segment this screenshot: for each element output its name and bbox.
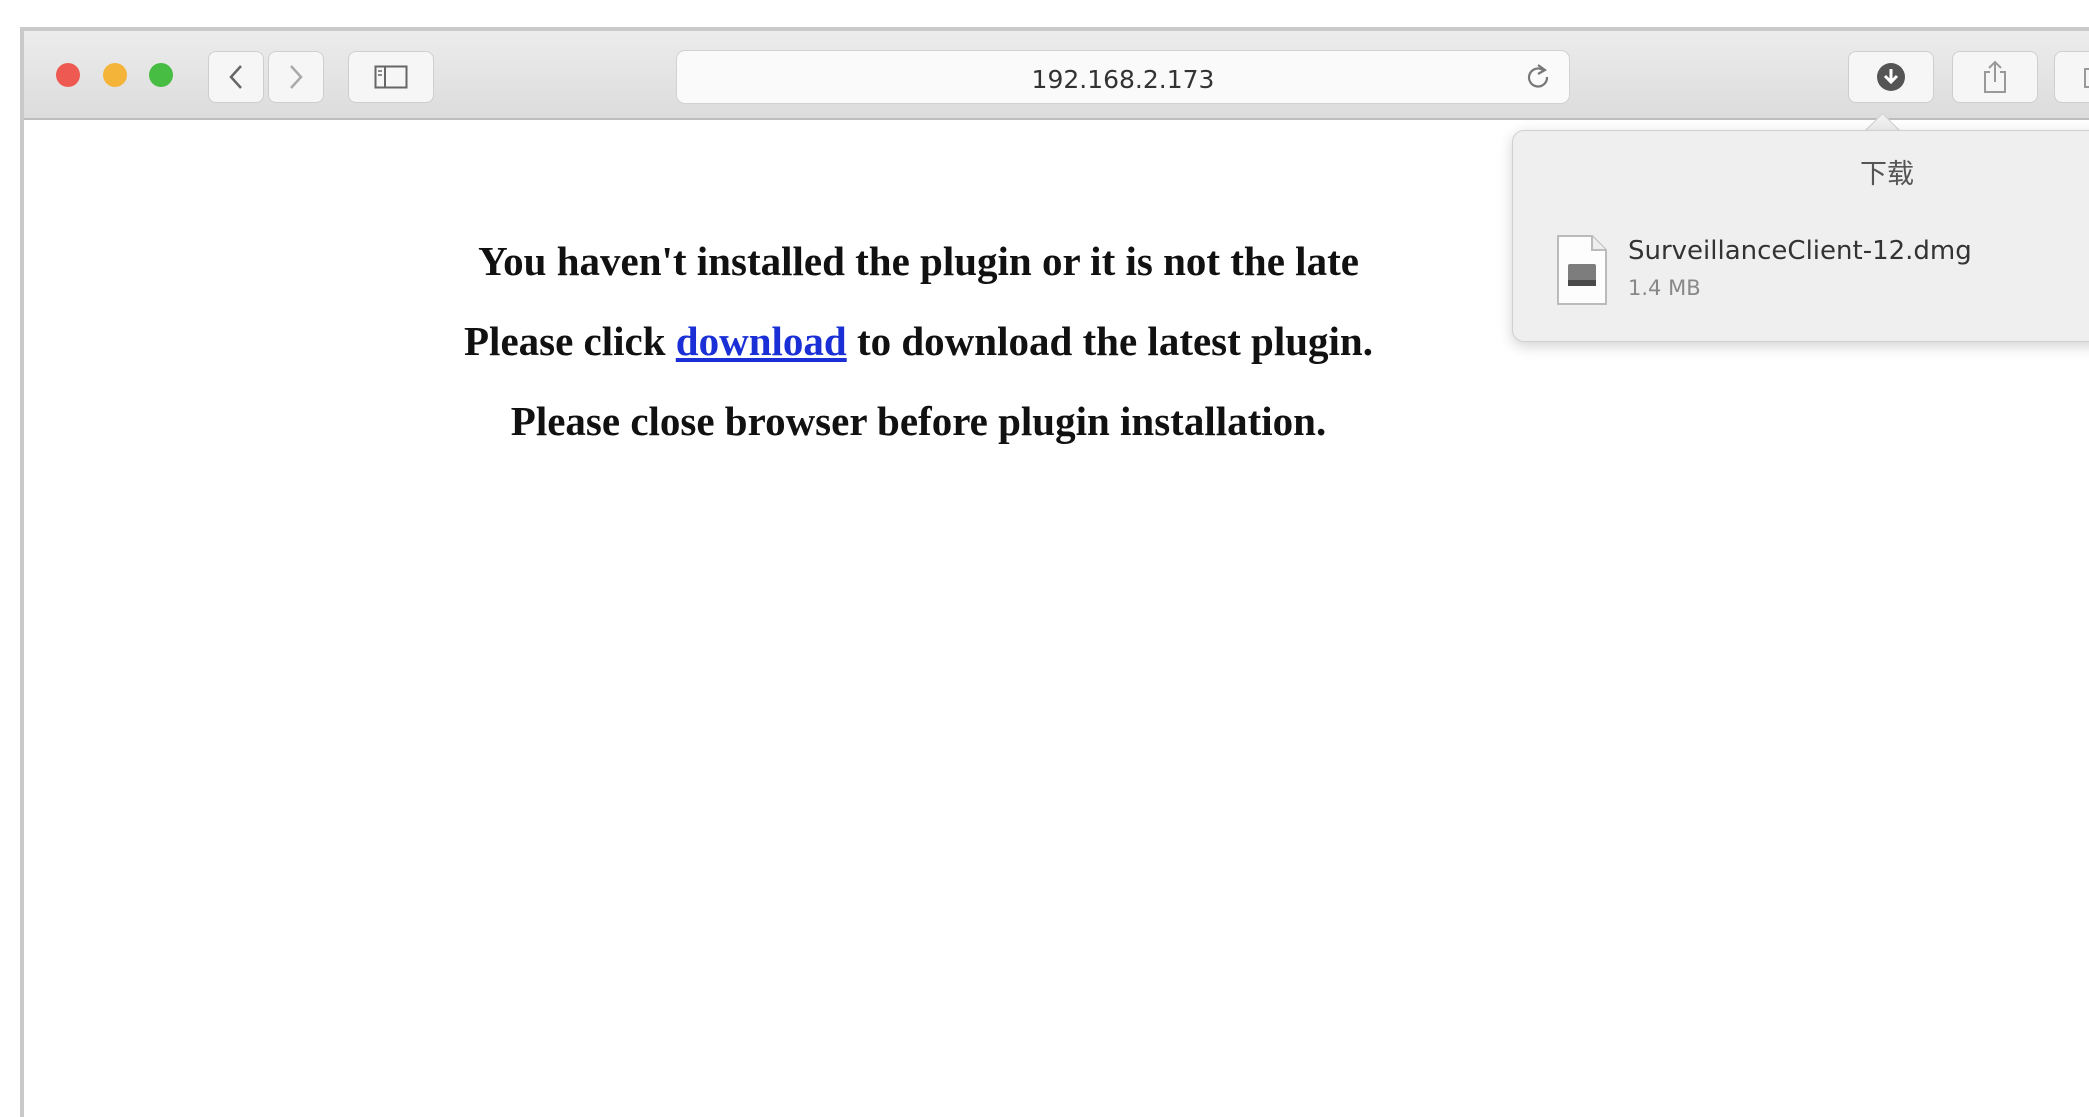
dmg-file-icon[interactable] (1556, 234, 1608, 306)
instruction-prefix: Please click (464, 318, 676, 364)
address-text: 192.168.2.173 (1031, 65, 1215, 94)
download-filename[interactable]: SurveillanceClient-12.dmg (1628, 236, 1972, 266)
download-icon (1877, 63, 1905, 91)
back-button[interactable] (208, 51, 264, 103)
back-arrow-icon (229, 65, 242, 89)
download-link[interactable]: download (676, 318, 847, 364)
sidebar-button[interactable] (348, 51, 434, 103)
share-icon (1984, 60, 2006, 93)
tabs-icon (2084, 68, 2089, 88)
close-browser-notice: Please close browser before plugin insta… (510, 398, 1327, 444)
reload-icon[interactable] (1523, 62, 1553, 92)
downloads-title: 下载 (1860, 159, 1914, 190)
zoom-window-button[interactable] (149, 63, 173, 87)
close-window-button[interactable] (56, 63, 80, 87)
sidebar-icon (374, 65, 408, 89)
forward-button[interactable] (268, 51, 324, 103)
forward-arrow-icon (290, 65, 303, 89)
downloads-button[interactable] (1848, 51, 1934, 103)
download-filesize: 1.4 MB (1628, 276, 1701, 300)
minimize-window-button[interactable] (103, 63, 127, 87)
browser-toolbar: 192.168.2.173 (24, 31, 2089, 120)
share-button[interactable] (1952, 51, 2038, 103)
instruction-suffix: to download the latest plugin. (846, 318, 1373, 364)
tabs-button[interactable] (2054, 51, 2089, 103)
address-bar[interactable]: 192.168.2.173 (676, 50, 1570, 104)
